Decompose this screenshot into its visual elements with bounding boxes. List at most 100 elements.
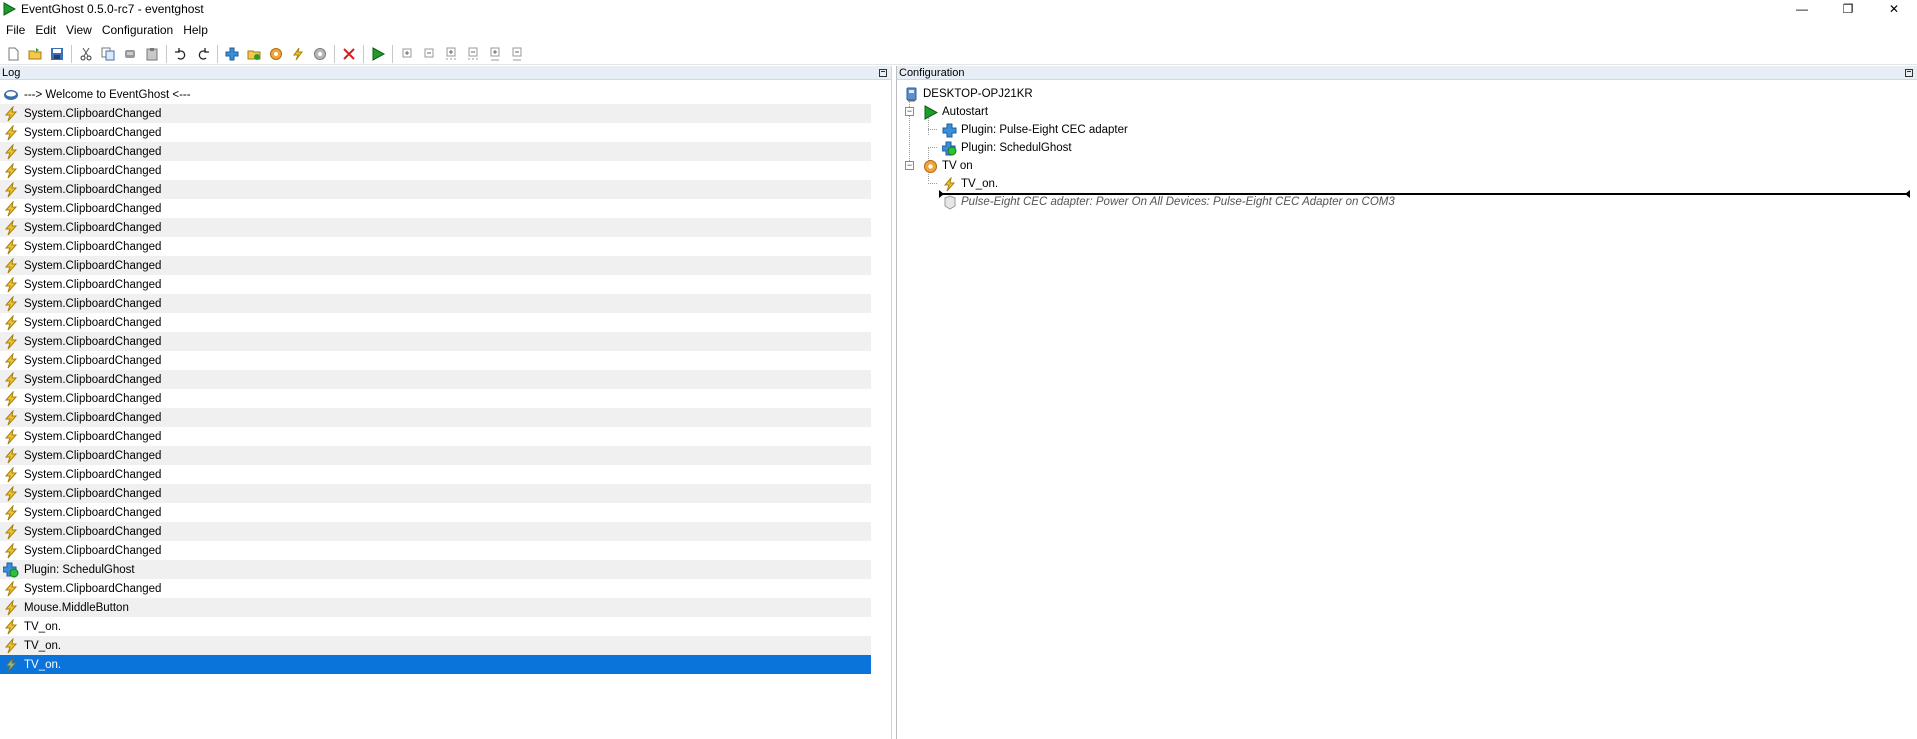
action-disabled-icon <box>944 194 956 210</box>
log-row[interactable]: TV_on. <box>0 655 871 674</box>
close-button[interactable]: ✕ <box>1871 0 1917 18</box>
log-row[interactable]: System.ClipboardChanged <box>0 522 871 541</box>
redo-icon[interactable] <box>192 44 214 64</box>
log-row-text: System.ClipboardChanged <box>24 449 162 462</box>
menu-edit[interactable]: Edit <box>30 20 61 40</box>
event-icon <box>4 200 18 216</box>
event-icon <box>943 176 956 191</box>
event-icon <box>4 542 18 558</box>
toolbar-separator <box>363 44 364 63</box>
collapse-icon[interactable] <box>418 44 440 64</box>
copy-icon[interactable] <box>97 44 119 64</box>
menu-file[interactable]: File <box>0 20 30 40</box>
log-row-text: TV_on. <box>24 658 62 671</box>
log-row[interactable]: Plugin: SchedulGhost <box>0 560 871 579</box>
tree-label-autostart: Autostart <box>942 106 989 118</box>
add-plugin-icon[interactable] <box>221 44 243 64</box>
cut-icon[interactable] <box>75 44 97 64</box>
add-action-icon[interactable] <box>309 44 331 64</box>
log-row[interactable]: System.ClipboardChanged <box>0 218 871 237</box>
collapse-toggle[interactable]: − <box>905 161 914 170</box>
computer-icon <box>906 87 917 101</box>
log-row[interactable]: TV_on. <box>0 636 871 655</box>
log-row[interactable]: System.ClipboardChanged <box>0 408 871 427</box>
log-row[interactable]: System.ClipboardChanged <box>0 446 871 465</box>
log-row[interactable]: System.ClipboardChanged <box>0 294 871 313</box>
event-icon <box>4 105 18 121</box>
log-row[interactable]: System.ClipboardChanged <box>0 427 871 446</box>
log-row-text: System.ClipboardChanged <box>24 506 162 519</box>
paste-icon[interactable] <box>141 44 163 64</box>
log-row[interactable]: System.ClipboardChanged <box>0 541 871 560</box>
toolbar <box>0 43 1917 65</box>
event-icon <box>4 466 18 482</box>
minimize-button[interactable]: — <box>1779 0 1825 18</box>
log-row-text: System.ClipboardChanged <box>24 202 162 215</box>
event-icon <box>4 333 18 349</box>
log-row-text: System.ClipboardChanged <box>24 259 162 272</box>
tree-item-event-tv-on[interactable]: TV_on. <box>900 175 1917 193</box>
configuration-pane-minimize-icon[interactable] <box>1905 69 1913 77</box>
log-row[interactable]: System.ClipboardChanged <box>0 484 871 503</box>
event-icon <box>4 295 18 311</box>
expand-icon[interactable] <box>396 44 418 64</box>
log-row[interactable]: System.ClipboardChanged <box>0 389 871 408</box>
log-row-text: System.ClipboardChanged <box>24 525 162 538</box>
log-row[interactable]: System.ClipboardChanged <box>0 161 871 180</box>
pane-splitter[interactable] <box>891 66 897 739</box>
add-event-icon[interactable] <box>287 44 309 64</box>
log-row[interactable]: Mouse.MiddleButton <box>0 598 871 617</box>
collapse-toggle[interactable]: − <box>905 107 914 116</box>
disable-icon[interactable] <box>338 44 360 64</box>
undo-icon[interactable] <box>170 44 192 64</box>
tree-item-plugin-pulse-eight[interactable]: Plugin: Pulse-Eight CEC adapter <box>900 121 1917 139</box>
tree-item-macro-tv-on[interactable]: − TV on <box>900 157 1917 175</box>
log-list[interactable]: ---> Welcome to EventGhost <--- System.Cl… <box>0 85 871 674</box>
expand-children-icon[interactable] <box>440 44 462 64</box>
tree-item-plugin-schedulghost[interactable]: Plugin: SchedulGhost <box>900 139 1917 157</box>
log-row[interactable]: System.ClipboardChanged <box>0 199 871 218</box>
log-row-text: System.ClipboardChanged <box>24 487 162 500</box>
log-row-text: System.ClipboardChanged <box>24 221 162 234</box>
open-folder-icon[interactable] <box>24 44 46 64</box>
log-row[interactable]: System.ClipboardChanged <box>0 351 871 370</box>
log-row[interactable]: System.ClipboardChanged <box>0 142 871 161</box>
log-row[interactable]: System.ClipboardChanged <box>0 256 871 275</box>
log-row[interactable]: System.ClipboardChanged <box>0 579 871 598</box>
log-row[interactable]: System.ClipboardChanged <box>0 180 871 199</box>
add-folder-icon[interactable] <box>243 44 265 64</box>
plugin-icon <box>3 562 19 577</box>
menu-view[interactable]: View <box>61 20 97 40</box>
add-macro-icon[interactable] <box>265 44 287 64</box>
log-row[interactable]: System.ClipboardChanged <box>0 313 871 332</box>
log-row[interactable]: System.ClipboardChanged <box>0 332 871 351</box>
log-row[interactable]: System.ClipboardChanged <box>0 104 871 123</box>
tree-label-plugin-schedulghost: Plugin: SchedulGhost <box>961 142 1072 154</box>
log-row[interactable]: TV_on. <box>0 617 871 636</box>
log-row[interactable]: System.ClipboardChanged <box>0 370 871 389</box>
log-row[interactable]: System.ClipboardChanged <box>0 237 871 256</box>
restore-button[interactable]: ❐ <box>1825 0 1871 18</box>
event-icon <box>4 352 18 368</box>
execute-icon[interactable] <box>367 44 389 64</box>
tree-item-action-power-on[interactable]: Pulse-Eight CEC adapter: Power On All De… <box>900 193 1917 211</box>
log-row[interactable]: ---> Welcome to EventGhost <--- <box>0 85 871 104</box>
log-row[interactable]: System.ClipboardChanged <box>0 503 871 522</box>
collapse-children-icon[interactable] <box>462 44 484 64</box>
menu-help[interactable]: Help <box>178 20 213 40</box>
info-icon <box>4 89 18 100</box>
python-icon[interactable] <box>119 44 141 64</box>
expand-all-icon[interactable] <box>484 44 506 64</box>
event-icon <box>4 257 18 273</box>
log-row[interactable]: System.ClipboardChanged <box>0 465 871 484</box>
log-row[interactable]: System.ClipboardChanged <box>0 275 871 294</box>
tree-item-computer[interactable]: DESKTOP-OPJ21KR <box>900 85 1917 103</box>
collapse-all-icon[interactable] <box>506 44 528 64</box>
save-icon[interactable] <box>46 44 68 64</box>
log-pane-minimize-icon[interactable] <box>879 69 887 77</box>
drop-insertion-line <box>939 190 1910 198</box>
log-row[interactable]: System.ClipboardChanged <box>0 123 871 142</box>
menu-configuration[interactable]: Configuration <box>97 20 178 40</box>
tree-item-autostart[interactable]: − Autostart <box>900 103 1917 121</box>
new-file-icon[interactable] <box>2 44 24 64</box>
